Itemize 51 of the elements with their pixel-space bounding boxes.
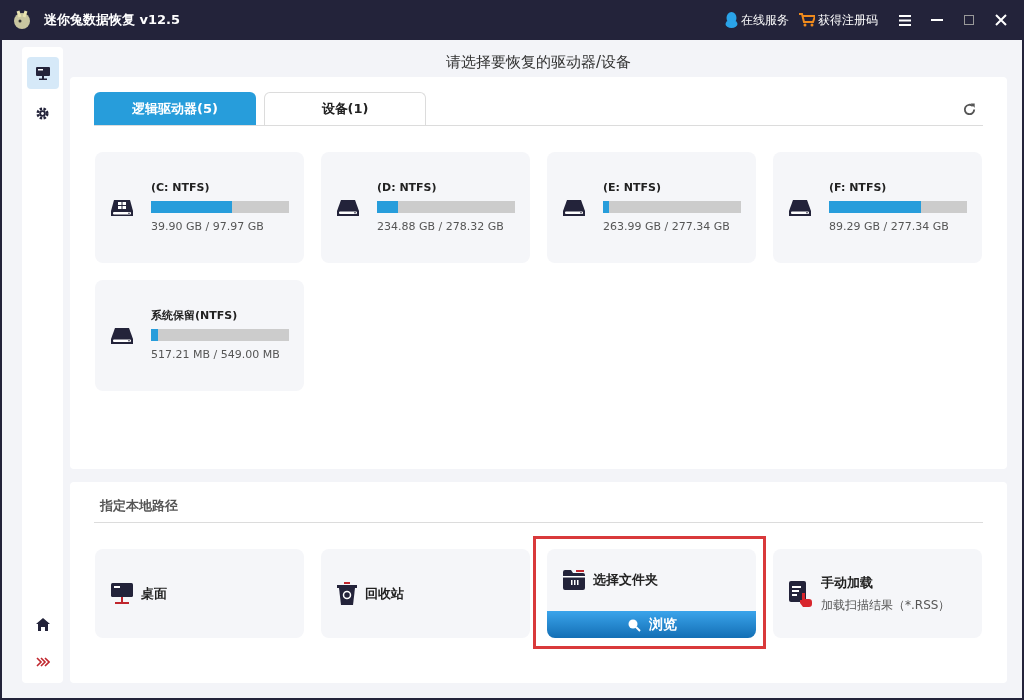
drive-name: (C: NTFS) xyxy=(151,179,211,196)
location-card[interactable]: 手动加载 加载扫描结果（*.RSS） xyxy=(773,549,982,638)
document-hand-icon xyxy=(789,580,813,607)
drive-card[interactable]: (D: NTFS) 234.88 GB / 278.32 GB xyxy=(321,152,530,263)
drive-name: (E: NTFS) xyxy=(603,179,662,196)
drive-icon xyxy=(111,198,133,217)
drive-name: 系统保留(NTFS) xyxy=(151,307,239,324)
monitor-icon xyxy=(111,582,133,605)
drive-icon xyxy=(111,326,133,345)
location-label: 选择文件夹 xyxy=(593,571,658,590)
settings-icon xyxy=(36,106,49,120)
folder-icon xyxy=(563,569,585,591)
location-card[interactable]: 选择文件夹 浏览 xyxy=(547,549,756,638)
trash-icon xyxy=(337,581,357,606)
drive-icon xyxy=(563,198,585,217)
drive-icon xyxy=(337,198,359,217)
drive-usage: 263.99 GB / 277.34 GB xyxy=(603,219,731,235)
location-label: 手动加载 xyxy=(821,574,874,593)
maximize-icon xyxy=(964,15,974,25)
location-label: 回收站 xyxy=(365,584,404,603)
drive-name: (F: NTFS) xyxy=(829,179,888,196)
drive-icon xyxy=(789,198,811,217)
drive-card[interactable]: (E: NTFS) 263.99 GB / 277.34 GB xyxy=(547,152,756,263)
sidebar-button[interactable] xyxy=(26,57,59,89)
cart-icon xyxy=(799,13,815,27)
search-icon xyxy=(626,617,641,632)
drive-card[interactable]: (F: NTFS) 89.29 GB / 277.34 GB xyxy=(773,152,982,263)
header-link[interactable]: 在线服务 xyxy=(725,11,789,29)
drive-usage: 234.88 GB / 278.32 GB xyxy=(377,219,505,235)
drive-card[interactable]: 系统保留(NTFS) 517.21 MB / 549.00 MB xyxy=(95,280,304,391)
menu-icon xyxy=(899,14,911,26)
tab[interactable]: 设备(1) xyxy=(264,92,426,125)
location-label: 桌面 xyxy=(141,584,167,603)
section-title: 指定本地路径 xyxy=(98,496,178,515)
location-subtitle: 加载扫描结果（*.RSS） xyxy=(821,596,951,614)
drive-name: (D: NTFS) xyxy=(377,179,438,196)
location-card[interactable]: 桌面 xyxy=(95,549,304,638)
drive-usage: 89.29 GB / 277.34 GB xyxy=(829,219,950,235)
location-card[interactable]: 回收站 xyxy=(321,549,530,638)
window-title: 迷你兔数据恢复 v12.5 xyxy=(44,11,181,30)
minimize-icon xyxy=(931,19,943,21)
drive-usage: 517.21 MB / 549.00 MB xyxy=(151,347,281,363)
monitor-icon xyxy=(35,66,50,80)
drive-card[interactable]: (C: NTFS) 39.90 GB / 97.97 GB xyxy=(95,152,304,263)
browse-button[interactable]: 浏览 xyxy=(547,611,756,638)
close-icon xyxy=(995,14,1007,26)
page-heading: 请选择要恢复的驱动器/设备 xyxy=(444,51,633,73)
refresh-button[interactable] xyxy=(962,102,977,117)
drive-usage: 39.90 GB / 97.97 GB xyxy=(151,219,265,235)
header-link[interactable]: 获得注册码 xyxy=(799,11,878,29)
home-icon xyxy=(35,617,50,631)
